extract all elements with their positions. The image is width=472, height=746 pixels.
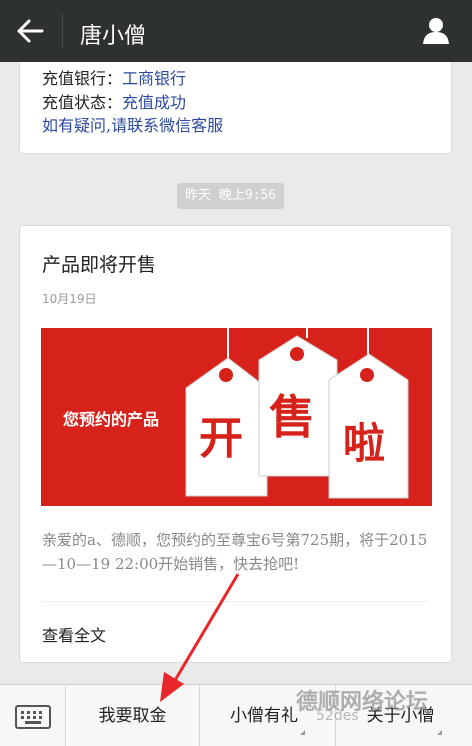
back-arrow-icon[interactable] [16, 18, 44, 44]
status-line: 充值状态：充值成功 [42, 89, 186, 113]
banner-char-1: 开 [199, 413, 243, 464]
keyboard-toggle-button[interactable] [0, 685, 66, 746]
status-value: 充值成功 [122, 93, 187, 112]
recharge-message-card: 充值银行：工商银行 充值状态：充值成功 如有疑问,请联系微信客服 [19, 62, 452, 154]
article-date: 10月19日 [42, 292, 97, 306]
menu-item-gifts[interactable]: 小僧有礼 [200, 685, 336, 746]
timestamp-badge: 昨天 晚上9:56 [177, 183, 285, 209]
banner-char-3: 啦 [343, 419, 385, 468]
menu-item-label: 小僧有礼 [230, 706, 298, 726]
article-divider [42, 601, 429, 602]
menu-item-label: 我要取金 [98, 706, 167, 726]
header-separator [62, 14, 63, 48]
submenu-indicator-icon [436, 730, 442, 735]
status-label: 充值状态： [42, 93, 123, 112]
article-banner: 开 售 啦 您预约的产品 [41, 328, 432, 506]
bank-line: 充值银行：工商银行 [42, 65, 186, 89]
menu-item-withdraw-gold[interactable]: 我要取金 [66, 685, 200, 746]
customer-service-link[interactable]: 如有疑问,请联系微信客服 [42, 112, 223, 136]
banner-text: 您预约的产品 [63, 410, 160, 429]
article-card[interactable]: 产品即将开售 10月19日 开 售 啦 您预约的产品 亲爱的a、德顺，您预约的至… [19, 225, 452, 663]
article-title: 产品即将开售 [42, 254, 157, 276]
bottom-menu-bar: 我要取金 小僧有礼 关于小僧 [0, 684, 472, 746]
article-description: 亲爱的a、德顺，您预约的至尊宝6号第725期，将于2015—10—19 22:0… [42, 531, 428, 573]
submenu-indicator-icon [300, 730, 305, 735]
banner-char-2: 售 [269, 390, 315, 444]
menu-item-label: 关于小僧 [366, 706, 435, 726]
page-title: 唐小僧 [80, 24, 147, 49]
person-icon[interactable] [422, 16, 450, 44]
bank-label: 充值银行： [42, 69, 123, 88]
top-bar: 唐小僧 [0, 0, 472, 62]
keyboard-icon [15, 705, 51, 729]
bank-value: 工商银行 [122, 69, 187, 88]
read-more-link[interactable]: 查看全文 [42, 622, 106, 646]
menu-item-about[interactable]: 关于小僧 [336, 685, 472, 746]
